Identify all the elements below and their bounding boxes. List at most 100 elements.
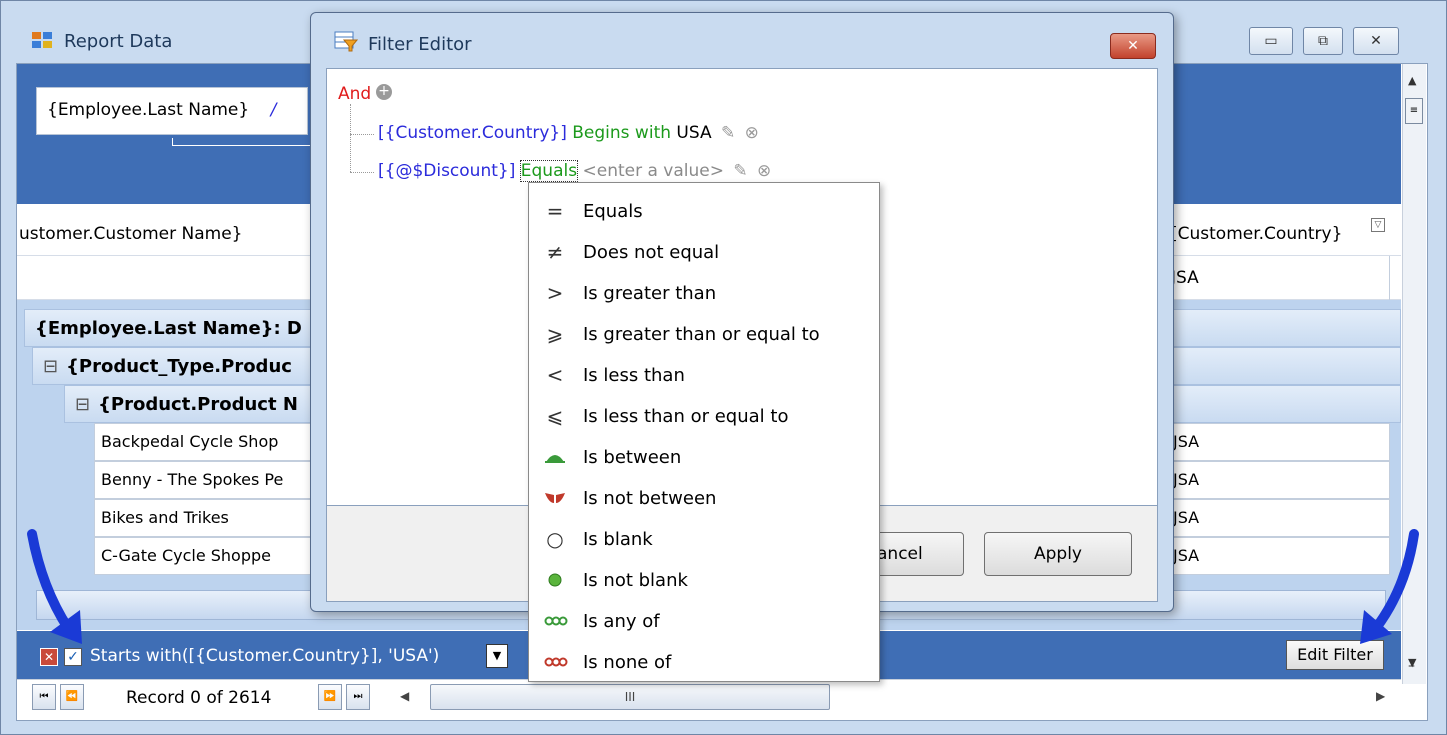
menu-item-label: Equals	[583, 201, 643, 222]
menu-item-is-none-of[interactable]: Is none of	[529, 642, 879, 683]
menu-item-label: Is not blank	[583, 570, 688, 591]
tree-connector	[350, 134, 374, 135]
column-customer-name[interactable]: ustomer.Customer Name}	[19, 224, 243, 244]
dialog-title: Filter Editor	[368, 34, 472, 55]
table-row-name[interactable]: C-Gate Cycle Shoppe	[94, 537, 314, 575]
condition-value-placeholder[interactable]: <enter a value>	[582, 161, 724, 181]
annotation-arrow-right	[1360, 529, 1419, 644]
condition-field[interactable]: [{Customer.Country}]	[378, 123, 567, 143]
between-icon	[543, 446, 567, 470]
next-page-icon[interactable]: ⏩	[318, 684, 342, 710]
menu-item-label: Is greater than or equal to	[583, 324, 820, 345]
table-row-name[interactable]: Backpedal Cycle Shop	[94, 423, 314, 461]
group-operator-and[interactable]: And	[338, 84, 371, 104]
edit-value-icon[interactable]: ✎	[733, 161, 747, 181]
menu-item-label: Is less than or equal to	[583, 406, 789, 427]
less-equal-icon: ⩽	[546, 404, 564, 428]
table-row-name[interactable]: Benny - The Spokes Pe	[94, 461, 314, 499]
group-product-label: {Product.Product N	[98, 394, 298, 415]
collapse-icon[interactable]: ⊟	[75, 394, 90, 415]
menu-item-label: Does not equal	[583, 242, 720, 263]
condition-operator-selected[interactable]: Equals	[519, 160, 579, 182]
greater-than-icon: >	[546, 281, 564, 305]
report-window-icon	[32, 32, 52, 48]
condition-value[interactable]: USA	[676, 123, 711, 143]
window-title: Report Data	[64, 31, 173, 52]
header-bracket-line	[172, 138, 312, 146]
menu-item-is-blank[interactable]: ○ Is blank	[529, 519, 879, 560]
menu-item-does-not-equal[interactable]: ≠ Does not equal	[529, 232, 879, 273]
menu-item-label: Is not between	[583, 488, 717, 509]
remove-condition-icon[interactable]: ⊗	[757, 161, 771, 181]
condition-field[interactable]: [{@$Discount}]	[378, 161, 515, 181]
table-row-country[interactable]: JSA	[1166, 461, 1390, 499]
table-row-country[interactable]: JSA	[1166, 423, 1390, 461]
scroll-up-icon[interactable]: ▲	[1408, 74, 1416, 87]
menu-item-label: Is blank	[583, 529, 653, 550]
menu-item-is-not-blank[interactable]: Is not blank	[529, 560, 879, 601]
column-divider	[1389, 256, 1390, 300]
menu-item-is-not-between[interactable]: Is not between	[529, 478, 879, 519]
menu-item-greater-or-equal[interactable]: ⩾ Is greater than or equal to	[529, 314, 879, 355]
less-than-icon: <	[546, 363, 564, 387]
summary-row-country: JSA	[1171, 268, 1199, 288]
record-counter: Record 0 of 2614	[126, 688, 272, 708]
column-filter-icon[interactable]: ▽	[1371, 218, 1385, 232]
minimize-button[interactable]: ▭	[1249, 27, 1293, 55]
equals-icon: =	[546, 199, 564, 223]
annotation-arrow-left	[27, 529, 82, 644]
menu-item-greater-than[interactable]: > Is greater than	[529, 273, 879, 314]
first-record-icon[interactable]: ⏮	[32, 684, 56, 710]
scroll-thumb[interactable]: ≡	[1405, 98, 1423, 124]
filter-expression-text[interactable]: Starts with([{Customer.Country}], 'USA')	[90, 646, 439, 666]
menu-item-is-any-of[interactable]: Is any of	[529, 601, 879, 642]
menu-item-less-or-equal[interactable]: ⩽ Is less than or equal to	[529, 396, 879, 437]
menu-item-label: Is between	[583, 447, 682, 468]
any-of-icon	[543, 610, 568, 634]
clear-filter-icon[interactable]: ✕	[40, 648, 58, 666]
not-between-icon	[543, 487, 567, 511]
condition-row-2: [{@$Discount}] Equals <enter a value> ✎ …	[378, 160, 771, 182]
condition-row-1: [{Customer.Country}] Begins with USA ✎ ⊗	[378, 123, 759, 143]
operator-dropdown-menu: = Equals ≠ Does not equal > Is greater than…	[528, 182, 880, 682]
condition-operator[interactable]: Begins with	[572, 123, 671, 143]
remove-condition-icon[interactable]: ⊗	[745, 123, 759, 143]
employee-field-box[interactable]: {Employee.Last Name} /	[36, 87, 308, 135]
hscroll-right-icon[interactable]: ▶	[1376, 689, 1385, 703]
hscroll-left-icon[interactable]: ◀	[400, 689, 409, 703]
not-blank-icon	[543, 569, 567, 593]
tree-connector	[350, 172, 374, 173]
filter-history-dropdown[interactable]: ▼	[486, 644, 508, 668]
menu-item-equals[interactable]: = Equals	[529, 191, 879, 232]
window-close-button[interactable]: ✕	[1353, 27, 1399, 55]
dialog-close-button[interactable]: ✕	[1110, 33, 1156, 59]
column-customer-country[interactable]: [Customer.Country}	[1171, 224, 1342, 244]
none-of-icon	[543, 651, 568, 675]
last-record-icon[interactable]: ⏭	[346, 684, 370, 710]
greater-equal-icon: ⩾	[546, 322, 564, 346]
edit-value-icon[interactable]: ✎	[721, 123, 735, 143]
filter-enabled-checkbox[interactable]: ✓	[64, 648, 82, 666]
apply-button[interactable]: Apply	[984, 532, 1132, 576]
menu-item-is-between[interactable]: Is between	[529, 437, 879, 478]
add-condition-icon[interactable]: +	[376, 84, 392, 100]
hscroll-thumb[interactable]: III	[430, 684, 830, 710]
not-equal-icon: ≠	[546, 240, 564, 264]
menu-item-label: Is less than	[583, 365, 685, 386]
employee-field-label: {Employee.Last Name}	[47, 100, 250, 120]
menu-item-less-than[interactable]: < Is less than	[529, 355, 879, 396]
filter-editor-icon	[334, 30, 359, 57]
menu-item-label: Is greater than	[583, 283, 717, 304]
group-employee-label: {Employee.Last Name}: D	[35, 318, 302, 339]
collapse-icon[interactable]: ⊟	[43, 356, 58, 377]
panel-minus-icon: –	[1408, 658, 1415, 674]
menu-item-label: Is any of	[583, 611, 660, 632]
employee-field-cursor: /	[270, 100, 277, 120]
previous-page-icon[interactable]: ⏪	[60, 684, 84, 710]
tree-connector	[350, 104, 351, 172]
blank-icon: ○	[546, 527, 564, 551]
maximize-button[interactable]: ⧉	[1303, 27, 1343, 55]
group-product-type-label: {Product_Type.Produc	[66, 356, 292, 377]
menu-item-label: Is none of	[583, 652, 672, 673]
table-row-name[interactable]: Bikes and Trikes	[94, 499, 314, 537]
